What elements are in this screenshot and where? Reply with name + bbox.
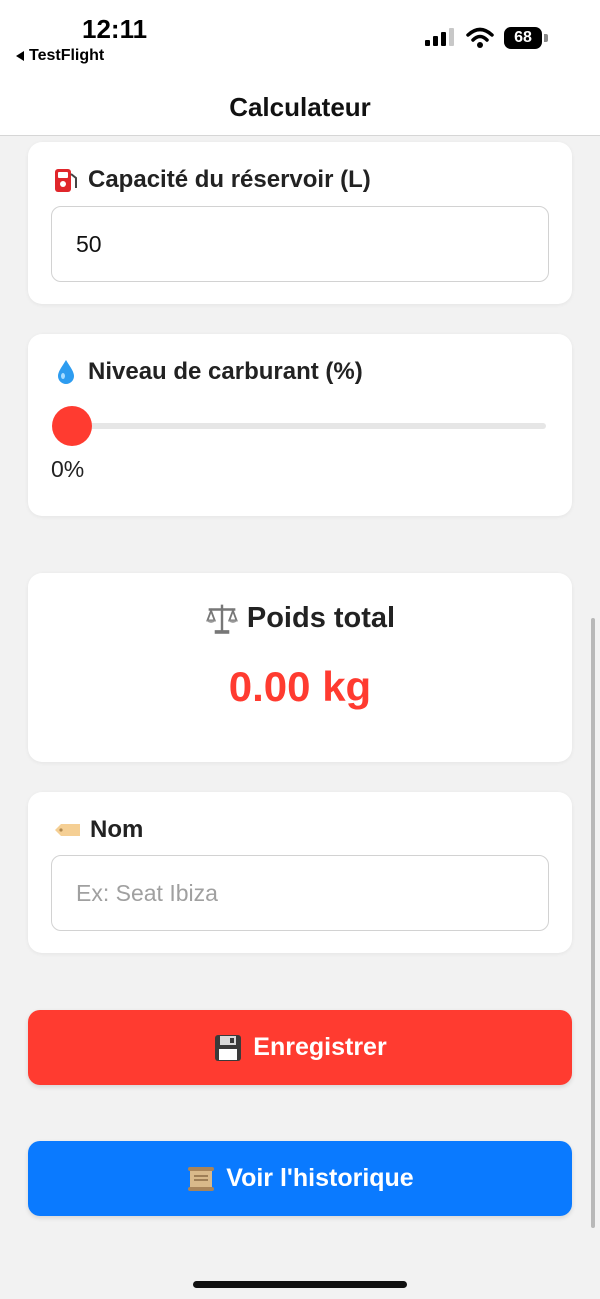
name-card: Nom (28, 792, 572, 953)
tank-capacity-input[interactable] (51, 206, 549, 282)
scrollbar[interactable] (591, 618, 595, 1228)
fuel-pump-icon (55, 169, 77, 192)
name-input[interactable] (51, 855, 549, 931)
floppy-disk-icon (215, 1034, 242, 1061)
droplet-icon (58, 360, 74, 384)
fuel-level-slider-thumb[interactable] (52, 406, 92, 446)
history-button-label: Voir l'historique (226, 1164, 414, 1192)
fuel-level-label: Niveau de carburant (%) (88, 358, 363, 385)
save-button[interactable]: Enregistrer (28, 1010, 572, 1085)
tank-capacity-card: Capacité du réservoir (L) (28, 142, 572, 304)
fuel-level-slider-track[interactable] (72, 423, 546, 429)
status-time: 12:11 (82, 14, 148, 44)
tank-capacity-label: Capacité du réservoir (L) (88, 166, 371, 193)
total-weight-value: 0.00 kg (228, 663, 372, 710)
back-arrow-icon (16, 51, 24, 61)
scroll-icon (188, 1166, 215, 1191)
nav-header: Calculateur (0, 80, 600, 136)
fuel-level-card: Niveau de carburant (%) 0% (28, 334, 572, 516)
home-indicator[interactable] (193, 1281, 407, 1288)
wifi-icon (466, 27, 494, 48)
battery-icon: 68 (504, 27, 548, 49)
scales-icon (205, 604, 238, 634)
tag-icon (55, 824, 80, 836)
signal-icon (425, 28, 454, 46)
back-app-label: TestFlight (29, 47, 105, 64)
back-to-testflight-link[interactable]: TestFlight (16, 47, 104, 65)
status-bar: 12:11 TestFlight 68 (0, 0, 600, 80)
total-weight-card: Poids total 0.00 kg (28, 573, 572, 762)
battery-level: 68 (504, 27, 542, 49)
name-label: Nom (90, 816, 144, 843)
save-button-label: Enregistrer (253, 1033, 387, 1061)
page-title: Calculateur (229, 92, 371, 122)
fuel-level-value: 0% (51, 456, 85, 482)
total-weight-title: Poids total (246, 601, 396, 634)
history-button[interactable]: Voir l'historique (28, 1141, 572, 1216)
